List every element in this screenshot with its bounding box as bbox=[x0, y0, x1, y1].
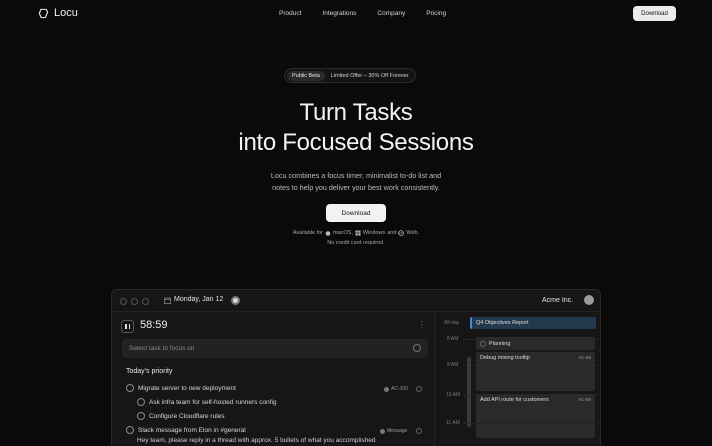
task-text: Slack message from Elon in #general bbox=[138, 426, 246, 434]
app-header: Monday, Jan 12 Acme Inc. bbox=[112, 290, 600, 312]
locu-logo-icon bbox=[38, 8, 49, 18]
nav-link-product[interactable]: Product bbox=[279, 10, 301, 17]
task-panel: 58:59 ⋮ Select task to focus on Today's … bbox=[112, 312, 435, 446]
hero-title-line1: Turn Tasks bbox=[299, 99, 413, 126]
task-badge-text: Message bbox=[387, 428, 408, 434]
announcement-pill[interactable]: Public Beta Limited Offer – 30% Off Fore… bbox=[284, 68, 416, 83]
event-code: AC-69 bbox=[578, 397, 591, 402]
hour-label: 11 AM bbox=[446, 420, 460, 426]
more-options-icon[interactable]: ⋮ bbox=[418, 320, 426, 329]
task-text: Ask infra team for self-hosted runners c… bbox=[149, 398, 277, 406]
hour-label: 10 AM bbox=[446, 392, 461, 398]
pill-tag: Public Beta bbox=[287, 70, 325, 81]
section-title: Today's priority bbox=[126, 368, 173, 375]
hour-label: 8 AM bbox=[447, 336, 459, 342]
pause-button[interactable] bbox=[121, 320, 134, 333]
subtask-row[interactable]: Configure Cloudflare rules bbox=[137, 412, 225, 420]
calendar-event[interactable]: Debug mixing tooltip AC-88 bbox=[476, 352, 595, 391]
window-close-dot[interactable] bbox=[120, 298, 127, 305]
hero-subtitle-line1: Locu combines a focus timer, minimalist … bbox=[270, 171, 442, 180]
nav-download-button[interactable]: Download bbox=[633, 6, 676, 21]
calendar-event[interactable]: Planning bbox=[476, 337, 595, 350]
org-name[interactable]: Acme Inc. bbox=[542, 297, 573, 304]
hero-download-button[interactable]: Download bbox=[326, 204, 386, 222]
focus-task-select[interactable]: Select task to focus on bbox=[122, 339, 428, 358]
timer-bar: 58:59 ⋮ bbox=[120, 318, 429, 336]
logo-text: Locu bbox=[54, 7, 78, 19]
task-text: Migrate server to new deployment bbox=[138, 384, 236, 392]
task-text: Configure Cloudflare rules bbox=[149, 412, 225, 420]
clock-icon bbox=[413, 344, 421, 352]
task-row[interactable]: Migrate server to new deployment bbox=[126, 384, 236, 392]
nav-link-company[interactable]: Company bbox=[377, 10, 405, 17]
platform-windows: Windows bbox=[362, 230, 386, 236]
window-minimize-dot[interactable] bbox=[131, 298, 138, 305]
nav-links: Product Integrations Company Pricing bbox=[279, 10, 446, 17]
day-progress-icon bbox=[231, 296, 240, 305]
window-controls bbox=[120, 298, 149, 305]
linear-icon bbox=[384, 386, 389, 392]
event-title: Q4 Objectives Report bbox=[476, 320, 529, 326]
event-title: Planning bbox=[489, 340, 511, 347]
task-checkbox[interactable] bbox=[126, 384, 134, 392]
calendar-panel: All-day Q4 Objectives Report 8 AM Planni… bbox=[436, 312, 600, 446]
clock-icon bbox=[416, 428, 422, 434]
task-badge-text: AC-100 bbox=[391, 386, 408, 392]
task-checkbox[interactable] bbox=[126, 426, 134, 434]
apple-icon bbox=[325, 231, 331, 236]
hour-line bbox=[463, 423, 599, 424]
calendar-icon bbox=[164, 297, 171, 304]
no-credit-card-note: No credit card required. bbox=[327, 240, 385, 246]
task-note: Hey team, please reply in a thread with … bbox=[137, 437, 375, 444]
task-badge: AC-100 bbox=[384, 386, 408, 392]
app-preview-window: Monday, Jan 12 Acme Inc. 58:59 ⋮ Select … bbox=[111, 289, 601, 446]
platform-macos: macOS, bbox=[333, 230, 353, 236]
hour-label: 9 AM bbox=[447, 362, 459, 368]
globe-icon bbox=[398, 230, 405, 236]
top-nav: Locu Product Integrations Company Pricin… bbox=[0, 0, 712, 28]
slack-icon bbox=[380, 428, 385, 434]
pill-text: Limited Offer – 30% Off Forever bbox=[330, 72, 409, 79]
availability: Available for macOS, Windows and Web. bbox=[0, 230, 712, 236]
event-code: AC-88 bbox=[578, 355, 591, 360]
platform-web: Web. bbox=[406, 230, 420, 236]
task-checkbox[interactable] bbox=[137, 398, 145, 406]
avatar[interactable] bbox=[584, 295, 594, 305]
calendar-event[interactable]: Add API route for customers AC-69 bbox=[476, 394, 595, 438]
window-zoom-dot[interactable] bbox=[142, 298, 149, 305]
hero-subtitle-line2: notes to help you deliver your best work… bbox=[272, 183, 440, 192]
hero-title-line2: into Focused Sessions bbox=[238, 129, 474, 156]
calendar-scrollbar[interactable] bbox=[467, 357, 471, 427]
platform-and: and bbox=[387, 230, 397, 236]
task-badge: Message bbox=[380, 428, 407, 434]
current-date[interactable]: Monday, Jan 12 bbox=[174, 296, 223, 303]
nav-link-pricing[interactable]: Pricing bbox=[426, 10, 446, 17]
timer-display: 58:59 bbox=[140, 319, 168, 331]
subtask-row[interactable]: Ask infra team for self-hosted runners c… bbox=[137, 398, 277, 406]
event-title: Add API route for customers bbox=[480, 397, 549, 403]
allday-label: All-day bbox=[444, 320, 460, 326]
logo[interactable]: Locu bbox=[38, 7, 78, 19]
clock-icon bbox=[416, 386, 422, 392]
windows-icon bbox=[355, 230, 361, 236]
available-for-label: Available for bbox=[292, 230, 324, 236]
task-note-text: Hey team, please reply in a thread with … bbox=[137, 437, 376, 444]
calendar-event[interactable]: Q4 Objectives Report bbox=[470, 317, 596, 329]
focus-task-placeholder: Select task to focus on bbox=[129, 345, 195, 352]
nav-link-integrations[interactable]: Integrations bbox=[322, 10, 356, 17]
event-title: Debug mixing tooltip bbox=[480, 355, 530, 361]
task-checkbox[interactable] bbox=[137, 412, 145, 420]
task-row[interactable]: Slack message from Elon in #general bbox=[126, 426, 246, 434]
event-status-icon bbox=[480, 340, 486, 347]
